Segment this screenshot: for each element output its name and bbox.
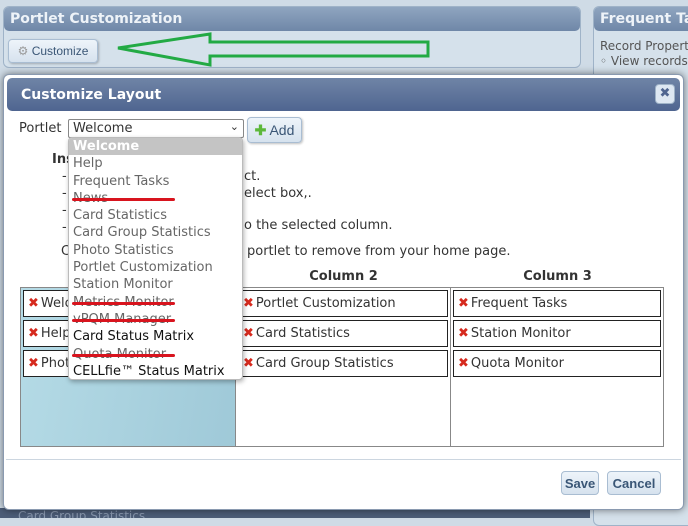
instruction-line: - — [62, 203, 67, 218]
panel-title: Frequent Tas — [594, 7, 688, 31]
dropdown-option[interactable]: Welcome — [69, 138, 242, 156]
dropdown-option[interactable]: Frequent Tasks — [69, 173, 242, 190]
instruction-line: elect box,. — [244, 186, 312, 201]
portlet-select[interactable]: Welcome ⌄ — [68, 119, 244, 138]
instruction-line: - — [62, 220, 67, 235]
panel-text: Record Properti — [600, 39, 688, 53]
remove-icon[interactable]: ✖ — [458, 296, 469, 311]
remove-icon[interactable]: ✖ — [458, 356, 469, 371]
green-arrow-annotation — [117, 32, 430, 67]
column-2: ✖ Portlet Customization ✖ Card Statistics … — [235, 287, 451, 447]
remove-icon[interactable]: ✖ — [458, 326, 469, 341]
column-3-header: Column 3 — [523, 269, 592, 284]
remove-icon[interactable]: ✖ — [243, 326, 254, 341]
portlet-item[interactable]: ✖ Portlet Customization — [238, 290, 448, 317]
remove-icon[interactable]: ✖ — [28, 296, 39, 311]
chevron-down-icon: ⌄ — [229, 120, 239, 133]
portlet-item[interactable]: ✖ Card Statistics — [238, 320, 448, 347]
portlet-item[interactable]: ✖ Station Monitor — [453, 320, 661, 347]
dropdown-option[interactable]: vPQM Manager — [69, 311, 242, 328]
dropdown-option[interactable]: Card Statistics — [69, 207, 242, 224]
dropdown-option[interactable]: Card Group Statistics — [69, 224, 242, 241]
close-icon[interactable]: ✖ — [655, 84, 675, 104]
remove-icon[interactable]: ✖ — [243, 356, 254, 371]
remove-icon[interactable]: ✖ — [28, 356, 39, 371]
dropdown-option[interactable]: CELLfie™ Status Matrix — [69, 363, 242, 379]
dropdown-option[interactable]: Portlet Customization — [69, 259, 242, 276]
dropdown-option[interactable]: Help — [69, 155, 242, 172]
instruction-line: - — [62, 186, 67, 201]
add-button[interactable]: ✚ Add — [247, 117, 302, 143]
dropdown-option[interactable]: Card Status Matrix — [69, 328, 242, 345]
panel-link[interactable]: ◦ View records — [600, 54, 688, 68]
customize-label: Customize — [31, 44, 89, 58]
dropdown-option[interactable]: Photo Statistics — [69, 242, 242, 259]
portlet-label: Portlet — [19, 121, 62, 136]
panel-title: Portlet Customization — [4, 7, 580, 31]
customize-button[interactable]: ⚙ Customize — [8, 39, 98, 63]
portlet-dropdown-list[interactable]: Welcome Help Frequent Tasks News Card Statis… — [68, 137, 243, 380]
save-button[interactable]: Save — [561, 471, 599, 495]
portlet-item[interactable]: ✖ Frequent Tasks — [453, 290, 661, 317]
portlet-item[interactable]: ✖ Card Group Statistics — [238, 350, 448, 377]
remove-icon[interactable]: ✖ — [28, 326, 39, 341]
dialog-title: Customize Layout — [21, 87, 162, 103]
plus-icon: ✚ — [254, 121, 267, 138]
dropdown-option[interactable]: Quota Monitor — [69, 346, 242, 363]
cancel-button[interactable]: Cancel — [607, 471, 661, 495]
instruction-line: o the selected column. — [244, 218, 393, 233]
instruction-line: portlet to remove from your home page. — [247, 244, 511, 259]
gear-icon: ⚙ — [17, 44, 32, 58]
arrow-shape — [117, 32, 430, 67]
remove-icon[interactable]: ✖ — [243, 296, 254, 311]
column-2-header: Column 2 — [309, 269, 378, 284]
dropdown-option[interactable]: Metrics Monitor — [69, 294, 242, 311]
column-3: ✖ Frequent Tasks ✖ Station Monitor ✖ Quota … — [450, 287, 664, 447]
instruction-line: - — [62, 169, 67, 184]
dropdown-option[interactable]: Station Monitor — [69, 276, 242, 293]
dialog-header: Customize Layout — [7, 78, 680, 111]
portlet-item[interactable]: ✖ Quota Monitor — [453, 350, 661, 377]
instruction-line: ct. — [244, 169, 261, 184]
dropdown-option[interactable]: News — [69, 190, 242, 207]
footer-divider — [6, 459, 681, 460]
